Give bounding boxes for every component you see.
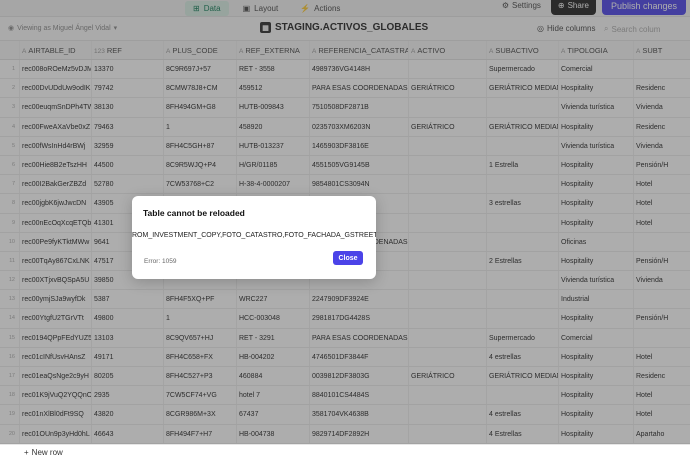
new-row-label: New row <box>31 448 63 457</box>
footer-bar: + New row <box>0 444 690 460</box>
dialog-error-code: Error: 1059 <box>144 258 177 265</box>
plus-icon: + <box>24 448 29 457</box>
dialog-message: ROM_INVESTMENT_COPY,FOTO_CATASTRO,FOTO_F… <box>132 232 376 239</box>
modal-overlay[interactable]: Table cannot be reloaded ROM_INVESTMENT_… <box>0 0 690 460</box>
new-row-button[interactable]: + New row <box>24 448 63 457</box>
dialog-title: Table cannot be reloaded <box>143 208 245 218</box>
error-dialog: Table cannot be reloaded ROM_INVESTMENT_… <box>132 196 376 279</box>
close-button[interactable]: Close <box>333 251 363 265</box>
